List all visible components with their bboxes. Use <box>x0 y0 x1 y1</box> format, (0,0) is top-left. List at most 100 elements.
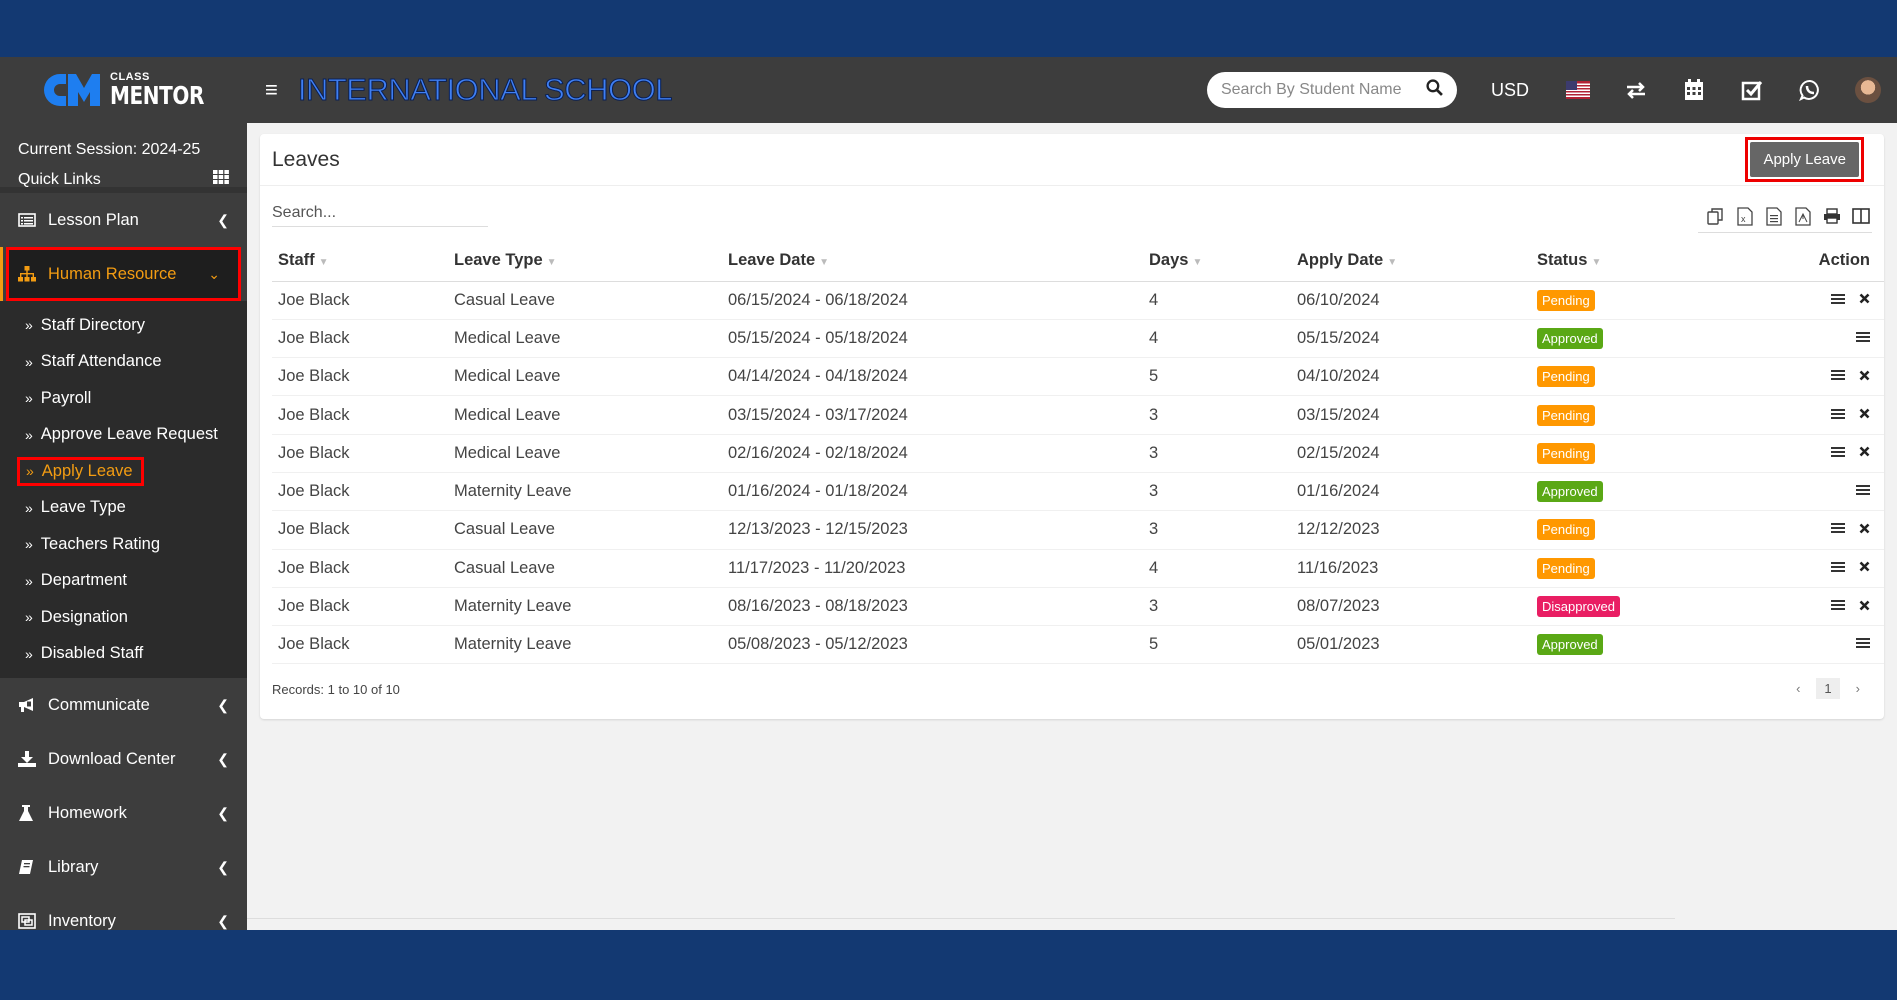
cancel-leave-icon[interactable] <box>1859 370 1870 381</box>
column-header-leave-type[interactable]: Leave Type ▼ <box>448 241 722 282</box>
submenu-item-department[interactable]: » Department <box>0 563 247 600</box>
table-row: Joe Black Medical Leave 04/14/2024 - 04/18… <box>272 357 1884 397</box>
cell-staff: Joe Black <box>272 395 448 435</box>
status-badge: Pending <box>1537 366 1595 388</box>
grid-icon[interactable] <box>213 165 229 195</box>
sidebar-item-label: Homework <box>48 803 127 822</box>
double-chevron-icon: » <box>25 572 33 589</box>
excel-icon[interactable]: x <box>1734 206 1756 226</box>
view-details-icon[interactable] <box>1856 484 1870 496</box>
cell-action <box>1731 625 1884 665</box>
copy-icon[interactable] <box>1705 206 1727 226</box>
cell-leave-date: 01/16/2024 - 01/18/2024 <box>722 472 1143 512</box>
view-details-icon[interactable] <box>1831 446 1845 458</box>
transfer-icon[interactable] <box>1623 77 1649 103</box>
view-details-icon[interactable] <box>1831 599 1845 611</box>
pagination-prev[interactable]: ‹ <box>1788 678 1808 699</box>
submenu-item-disabled-staff[interactable]: » Disabled Staff <box>0 636 247 673</box>
chevron-left-icon: ❮ <box>217 858 229 875</box>
submenu-item-designation[interactable]: » Designation <box>0 599 247 636</box>
pdf-icon[interactable] <box>1792 206 1814 226</box>
submenu-item-label: Staff Attendance <box>40 352 162 371</box>
sidebar-item-lesson-plan[interactable]: Lesson Plan ❮ <box>0 193 247 247</box>
task-checkbox-icon[interactable] <box>1739 77 1765 103</box>
cell-action <box>1731 510 1884 550</box>
submenu-item-staff-attendance[interactable]: » Staff Attendance <box>0 344 247 381</box>
hamburger-menu-icon[interactable]: ≡ <box>265 77 278 103</box>
cancel-leave-icon[interactable] <box>1859 523 1870 534</box>
cell-staff: Joe Black <box>272 434 448 473</box>
sidebar-item-communicate[interactable]: Communicate ❮ <box>0 678 247 732</box>
column-label: Leave Type <box>454 251 543 270</box>
whatsapp-icon[interactable] <box>1797 77 1823 103</box>
sidebar-item-human-resource[interactable]: Human Resource ⌄ <box>0 247 241 301</box>
status-badge: Pending <box>1537 289 1595 311</box>
cancel-leave-icon[interactable] <box>1859 293 1870 304</box>
column-label: Days <box>1149 251 1189 270</box>
cell-action <box>1731 549 1884 588</box>
view-details-icon[interactable] <box>1831 369 1845 381</box>
cell-action <box>1731 587 1884 627</box>
column-header-action: Action <box>1731 241 1884 282</box>
table-row: Joe Black Maternity Leave 08/16/2023 - 08/… <box>272 587 1884 627</box>
apply-leave-button[interactable]: Apply Leave <box>1750 142 1859 177</box>
user-avatar[interactable] <box>1855 77 1881 103</box>
submenu-item-teachers-rating[interactable]: » Teachers Rating <box>0 526 247 563</box>
submenu-item-approve-leave-request[interactable]: » Approve Leave Request <box>0 417 247 454</box>
view-details-icon[interactable] <box>1856 331 1870 343</box>
cancel-leave-icon[interactable] <box>1859 561 1870 572</box>
column-header-status[interactable]: Status ▼ <box>1531 241 1731 282</box>
sidebar-item-inventory[interactable]: Inventory ❮ <box>0 894 247 930</box>
submenu-item-payroll[interactable]: » Payroll <box>0 380 247 417</box>
submenu-item-label: Teachers Rating <box>40 534 161 553</box>
cancel-leave-icon[interactable] <box>1859 446 1870 457</box>
table-search <box>272 204 488 227</box>
search-icon[interactable] <box>1426 79 1443 101</box>
column-label: Status <box>1537 251 1588 270</box>
logo[interactable]: CLASS MENTOR <box>0 57 247 123</box>
cell-apply-date: 05/01/2023 <box>1291 625 1531 665</box>
sidebar-item-homework[interactable]: Homework ❮ <box>0 786 247 840</box>
cell-days: 5 <box>1143 625 1291 665</box>
cancel-leave-icon[interactable] <box>1859 600 1870 611</box>
chevron-left-icon: ❮ <box>217 750 229 767</box>
cell-apply-date: 12/12/2023 <box>1291 510 1531 550</box>
cell-apply-date: 11/16/2023 <box>1291 549 1531 588</box>
double-chevron-icon: » <box>25 426 33 443</box>
view-details-icon[interactable] <box>1831 561 1845 573</box>
view-details-icon[interactable] <box>1856 637 1870 649</box>
cell-leave-date: 06/15/2024 - 06/18/2024 <box>722 281 1143 320</box>
cell-status: Pending <box>1531 357 1731 397</box>
view-details-icon[interactable] <box>1831 522 1845 534</box>
column-header-leave-date[interactable]: Leave Date ▼ <box>722 241 1143 282</box>
calendar-icon[interactable] <box>1681 77 1707 103</box>
csv-icon[interactable] <box>1763 206 1785 226</box>
pagination-next[interactable]: › <box>1848 678 1868 699</box>
view-details-icon[interactable] <box>1831 408 1845 420</box>
submenu-item-leave-type[interactable]: » Leave Type <box>0 490 247 527</box>
submenu-item-staff-directory[interactable]: » Staff Directory <box>0 307 247 344</box>
cancel-leave-icon[interactable] <box>1859 408 1870 419</box>
sidebar-item-download-center[interactable]: Download Center ❮ <box>0 732 247 786</box>
columns-icon[interactable] <box>1850 206 1872 226</box>
cell-leave-type: Casual Leave <box>448 281 722 320</box>
table-body: Joe Black Casual Leave 06/15/2024 - 06/18/… <box>272 281 1884 665</box>
sidebar-item-library[interactable]: Library ❮ <box>0 840 247 894</box>
quick-links[interactable]: Quick Links <box>18 165 229 195</box>
print-icon[interactable] <box>1821 206 1843 226</box>
submenu-item-apply-leave[interactable]: » Apply Leave <box>0 453 247 490</box>
flag-us-icon[interactable] <box>1565 77 1591 103</box>
column-header-staff[interactable]: Staff ▼ <box>272 241 448 282</box>
cell-status: Pending <box>1531 549 1731 588</box>
table-search-input[interactable] <box>272 204 488 222</box>
column-header-days[interactable]: Days ▼ <box>1143 241 1291 282</box>
column-header-apply-date[interactable]: Apply Date ▼ <box>1291 241 1531 282</box>
currency-selector[interactable]: USD <box>1491 80 1529 101</box>
table-row: Joe Black Maternity Leave 01/16/2024 - 01/… <box>272 472 1884 512</box>
apply-leave-button-highlight: Apply Leave <box>1745 137 1864 182</box>
student-search-input[interactable] <box>1220 81 1421 99</box>
view-details-icon[interactable] <box>1831 293 1845 305</box>
download-icon <box>18 751 40 767</box>
cell-action <box>1731 357 1884 397</box>
pagination-page-1[interactable]: 1 <box>1816 678 1840 699</box>
